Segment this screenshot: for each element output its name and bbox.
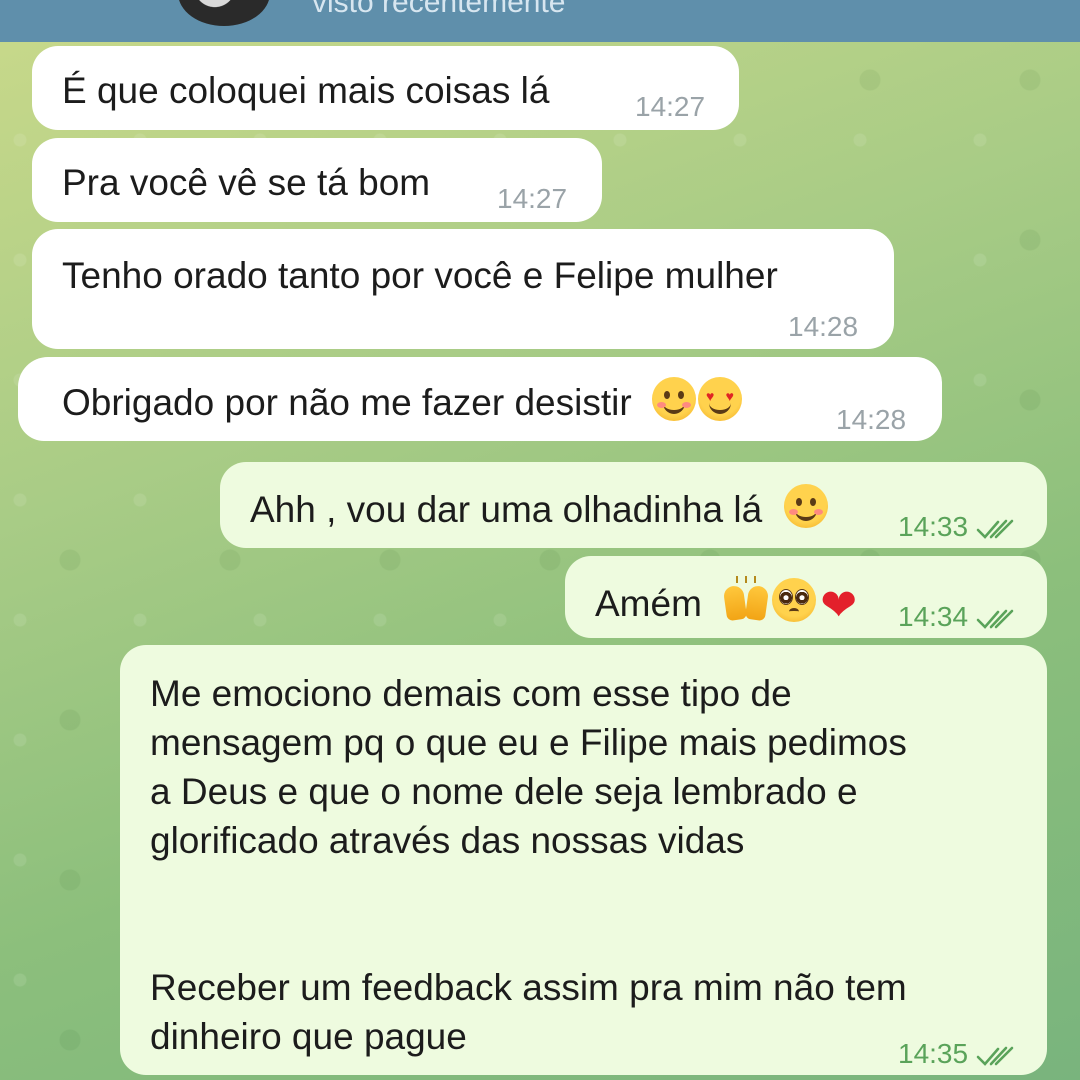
message-text: Obrigado por não me fazer desistir <box>62 382 632 423</box>
message-bubble-incoming[interactable]: Obrigado por não me fazer desistir ♥ ♥ 14… <box>18 357 942 441</box>
heart-eyes-icon: ♥ ♥ <box>697 377 742 421</box>
message-time: 14:27 <box>497 183 568 214</box>
double-check-icon <box>976 609 1014 629</box>
message-bubble-incoming[interactable]: Pra você vê se tá bom 14:27 <box>32 138 602 222</box>
message-bubble-incoming[interactable]: É que coloquei mais coisas lá 14:27 <box>32 46 739 130</box>
message-text: Me emociono demais com esse tipo de mens… <box>150 673 907 1057</box>
message-text: Ahh , vou dar uma olhadinha lá <box>250 489 763 530</box>
message-bubble-outgoing[interactable]: Ahh , vou dar uma olhadinha lá 14:33 <box>220 462 1047 548</box>
message-bubble-incoming[interactable]: Tenho orado tanto por você e Felipe mulh… <box>32 229 894 349</box>
pleading-face-icon <box>772 578 817 622</box>
message-time: 14:35 <box>898 1038 969 1069</box>
message-text: É que coloquei mais coisas lá <box>62 70 550 111</box>
message-time: 14:33 <box>898 511 969 542</box>
message-bubble-outgoing[interactable]: Amém ❤ 14:34 <box>565 556 1047 638</box>
double-check-icon <box>976 519 1014 539</box>
message-text: Amém <box>595 583 702 624</box>
message-time: 14:27 <box>635 91 706 122</box>
message-time: 14:34 <box>898 601 969 632</box>
message-time-read: 14:35 <box>898 1029 1020 1078</box>
message-time-read: 14:34 <box>898 592 1020 641</box>
message-text: Pra você vê se tá bom <box>62 162 431 203</box>
smiling-face-icon <box>784 484 829 528</box>
double-check-icon <box>976 1046 1014 1066</box>
message-time: 14:28 <box>836 404 907 435</box>
last-seen-status: visto recentemente <box>312 0 566 19</box>
chat-header[interactable]: visto recentemente <box>0 0 1080 42</box>
message-text: Tenho orado tanto por você e Felipe mulh… <box>62 255 778 296</box>
message-time: 14:28 <box>788 311 859 342</box>
smiling-face-with-hearts-icon <box>651 377 696 421</box>
contact-avatar[interactable] <box>178 0 270 26</box>
message-time-read: 14:33 <box>898 502 1020 551</box>
red-heart-icon: ❤ <box>820 581 858 630</box>
raising-hands-icon <box>722 576 770 622</box>
message-bubble-outgoing[interactable]: Me emociono demais com esse tipo de mens… <box>120 645 1047 1075</box>
